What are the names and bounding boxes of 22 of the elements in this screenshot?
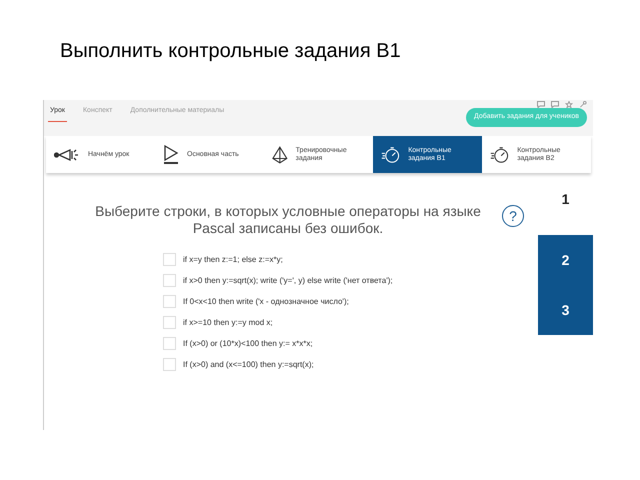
option-label: If 0<x<10 then write ('x - однозначное число'); (183, 296, 349, 308)
task-number[interactable]: 3 (538, 285, 593, 335)
option-label: if x>=10 then y:=y mod x; (183, 316, 273, 328)
option-label: if x>0 then y:=sqrt(x); write ('y=', y) else write ('нет ответа'); (183, 274, 393, 286)
megaphone-icon (54, 146, 80, 162)
checkbox[interactable] (163, 337, 176, 350)
checkbox[interactable] (163, 295, 176, 308)
option-label: If (x>0) and (x<=100) then y:=sqrt(x); (183, 358, 314, 370)
question-text: Выберите строки, в которых условные операторы на языке Pascal записаны без ошибок. (94, 203, 482, 237)
pyramid-icon (272, 144, 288, 164)
checkbox[interactable] (163, 358, 176, 371)
checkbox[interactable] (163, 274, 176, 287)
checkbox[interactable] (163, 316, 176, 329)
checkbox[interactable] (163, 253, 176, 266)
help-button[interactable]: ? (502, 205, 524, 227)
option-label: if x=y then z:=1; else z:=x*y; (183, 254, 283, 266)
slide-title: Выполнить контрольные задания В1 (60, 39, 401, 64)
task-number[interactable]: 2 (538, 235, 593, 285)
star-icon[interactable] (565, 101, 573, 108)
option-label: If (x>0) or (10*x)<100 then y:= x*x*x; (183, 338, 313, 350)
key-icon[interactable] (579, 101, 587, 108)
play-icon (163, 144, 179, 164)
